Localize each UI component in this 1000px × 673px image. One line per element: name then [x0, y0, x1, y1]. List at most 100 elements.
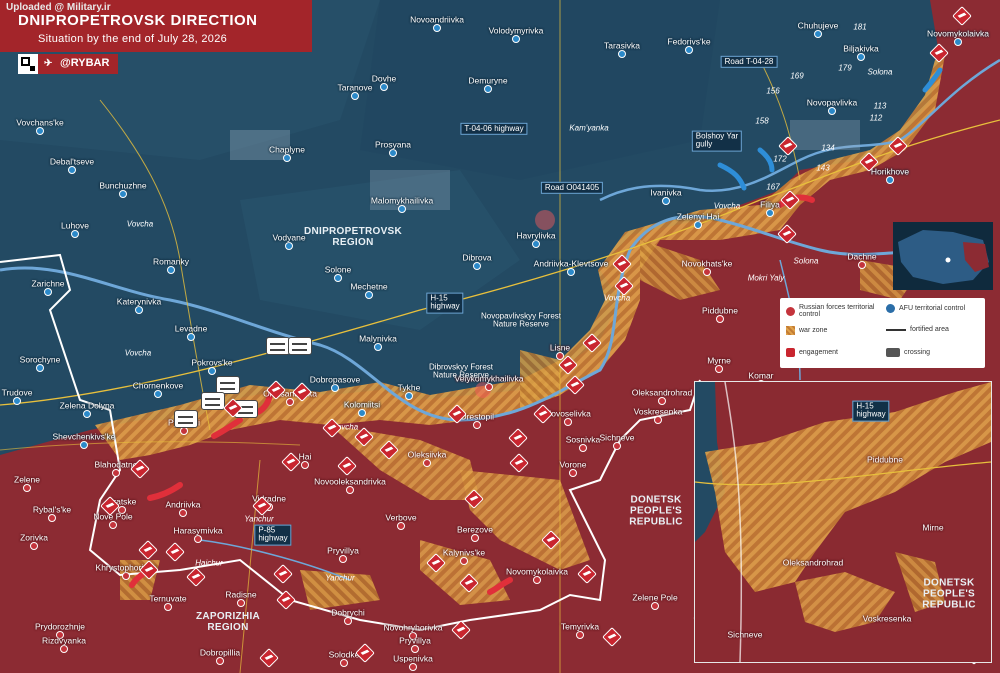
town-label: Dobropasove — [309, 374, 361, 385]
town-marker-icon — [374, 343, 382, 351]
town-marker-icon — [164, 603, 172, 611]
town-label: Bunchuzhne — [99, 180, 147, 191]
town-label: Myrne — [707, 355, 731, 366]
town-label: Fedorivs'ke — [667, 36, 711, 47]
brand-bar[interactable]: ✈ @RYBAR — [18, 54, 118, 74]
river-label: Vovcha — [126, 219, 154, 229]
town-label: Tykhe — [397, 382, 421, 393]
legend-swatch-fortified — [886, 328, 906, 331]
town-marker-icon — [471, 534, 479, 542]
town-label: Taranove — [337, 82, 373, 93]
town-label: Harasymivka — [173, 525, 223, 536]
town-marker-icon — [405, 392, 413, 400]
legend-swatch-engagement — [786, 348, 795, 357]
town-marker-icon — [30, 542, 38, 550]
town-label: Ivanivka — [650, 187, 682, 198]
town-marker-icon — [433, 24, 441, 32]
legend-swatch-afu — [886, 304, 895, 313]
town-label: Kalynivs'ke — [442, 547, 486, 558]
legend-label: Russian forces territorial control — [799, 304, 875, 318]
town-label: Ternuvate — [149, 593, 187, 604]
legend-swatch-ru — [786, 306, 795, 316]
town-label: Rybal's'ke — [32, 504, 72, 515]
legend-item-afu-control: AFU territorial control — [886, 304, 982, 313]
town-marker-icon — [194, 535, 202, 543]
town-marker-icon — [473, 421, 481, 429]
town-label: Dobrychi — [331, 607, 365, 618]
town-marker-icon — [411, 645, 419, 653]
town-marker-icon — [208, 367, 216, 375]
height-marker-label: 112 — [869, 113, 883, 123]
town-marker-icon — [654, 416, 662, 424]
road-label-bolshoy-yar: Bolshoy Yar gully — [691, 130, 743, 152]
town-label: Novooleksandrivka — [314, 476, 386, 487]
height-marker-label: 113 — [873, 101, 887, 111]
equipment-icon — [266, 337, 290, 355]
town-label: Kolomiitsi — [343, 399, 381, 410]
town-label: Nove Pole — [93, 511, 133, 522]
town-marker-icon — [685, 46, 693, 54]
town-marker-icon — [460, 557, 468, 565]
town-label: Zelene Pole — [632, 592, 678, 603]
forest-label-novopavlivskyy: Novopavlivskyy Forest Nature Reserve — [480, 311, 562, 329]
legend-swatch-war-zone — [786, 326, 795, 335]
town-label: Uspenivka — [393, 653, 433, 664]
town-marker-icon — [44, 288, 52, 296]
town-label: Dobropillia — [199, 647, 241, 658]
legend-label: AFU territorial control — [899, 305, 966, 312]
region-label-dnipropetrovsk: DNIPROPETROVSK REGION — [303, 226, 403, 248]
inset-road-label-h15: H-15 highway — [852, 400, 890, 422]
height-marker-label: 156 — [766, 86, 780, 96]
town-marker-icon — [828, 107, 836, 115]
town-marker-icon — [380, 83, 388, 91]
river-label: Vovcha — [713, 201, 741, 211]
road-label-t0428: Road T-04-28 — [720, 55, 778, 69]
town-label: Levadne — [174, 323, 208, 334]
legend-item-engagement: engagement — [786, 348, 838, 357]
town-label: Dachne — [847, 251, 877, 262]
town-marker-icon — [68, 166, 76, 174]
town-label: Rizdvyanka — [42, 635, 86, 646]
legend-item-fortified: fortified area — [886, 326, 949, 333]
brand-handle[interactable]: @RYBAR — [60, 57, 109, 69]
legend-label: engagement — [799, 349, 838, 356]
legend-label: fortified area — [910, 326, 949, 333]
town-marker-icon — [216, 657, 224, 665]
river-label: Solona — [867, 67, 893, 77]
town-marker-icon — [579, 444, 587, 452]
town-label: Malomykhailivka — [370, 195, 434, 206]
town-label: Malynivka — [359, 333, 397, 344]
town-label: Chuhujeve — [797, 20, 839, 31]
qr-code-icon[interactable] — [18, 54, 38, 74]
town-label: Luhove — [61, 220, 89, 231]
town-marker-icon — [576, 631, 584, 639]
river-label: Kam'yanka — [569, 123, 609, 133]
map-title: DNIPROPETROVSK DIRECTION — [18, 12, 258, 29]
legend-label: war zone — [799, 327, 828, 334]
minimap-graphic — [893, 222, 993, 290]
map-canvas[interactable]: DNIPROPETROVSK DIRECTION Situation by th… — [0, 0, 1000, 673]
map-legend: Russian forces territorial control AFU t… — [780, 298, 985, 368]
town-label: Temyrivka — [560, 621, 600, 632]
town-label: Horikhove — [870, 166, 910, 177]
town-marker-icon — [886, 176, 894, 184]
overview-minimap[interactable] — [893, 222, 993, 290]
legend-item-crossing: crossing — [886, 348, 930, 357]
zoom-inset[interactable]: H-15 highway Piddubne Mirne Oleksandrohr… — [694, 381, 992, 663]
town-label: Komar — [748, 370, 774, 381]
town-marker-icon — [83, 410, 91, 418]
town-label: Shevchenkivs'ke — [52, 431, 116, 442]
town-marker-icon — [346, 486, 354, 494]
town-marker-icon — [237, 599, 245, 607]
town-marker-icon — [122, 572, 130, 580]
town-marker-icon — [397, 522, 405, 530]
town-label: Hai — [298, 451, 312, 462]
town-label: Novomykolaivka — [927, 28, 989, 39]
equipment-icon — [288, 337, 312, 355]
height-marker-label: 134 — [821, 143, 835, 153]
town-marker-icon — [13, 397, 21, 405]
town-marker-icon — [658, 397, 666, 405]
town-label: Romanky — [153, 256, 189, 267]
town-label: Vorone — [559, 459, 587, 470]
town-marker-icon — [283, 154, 291, 162]
